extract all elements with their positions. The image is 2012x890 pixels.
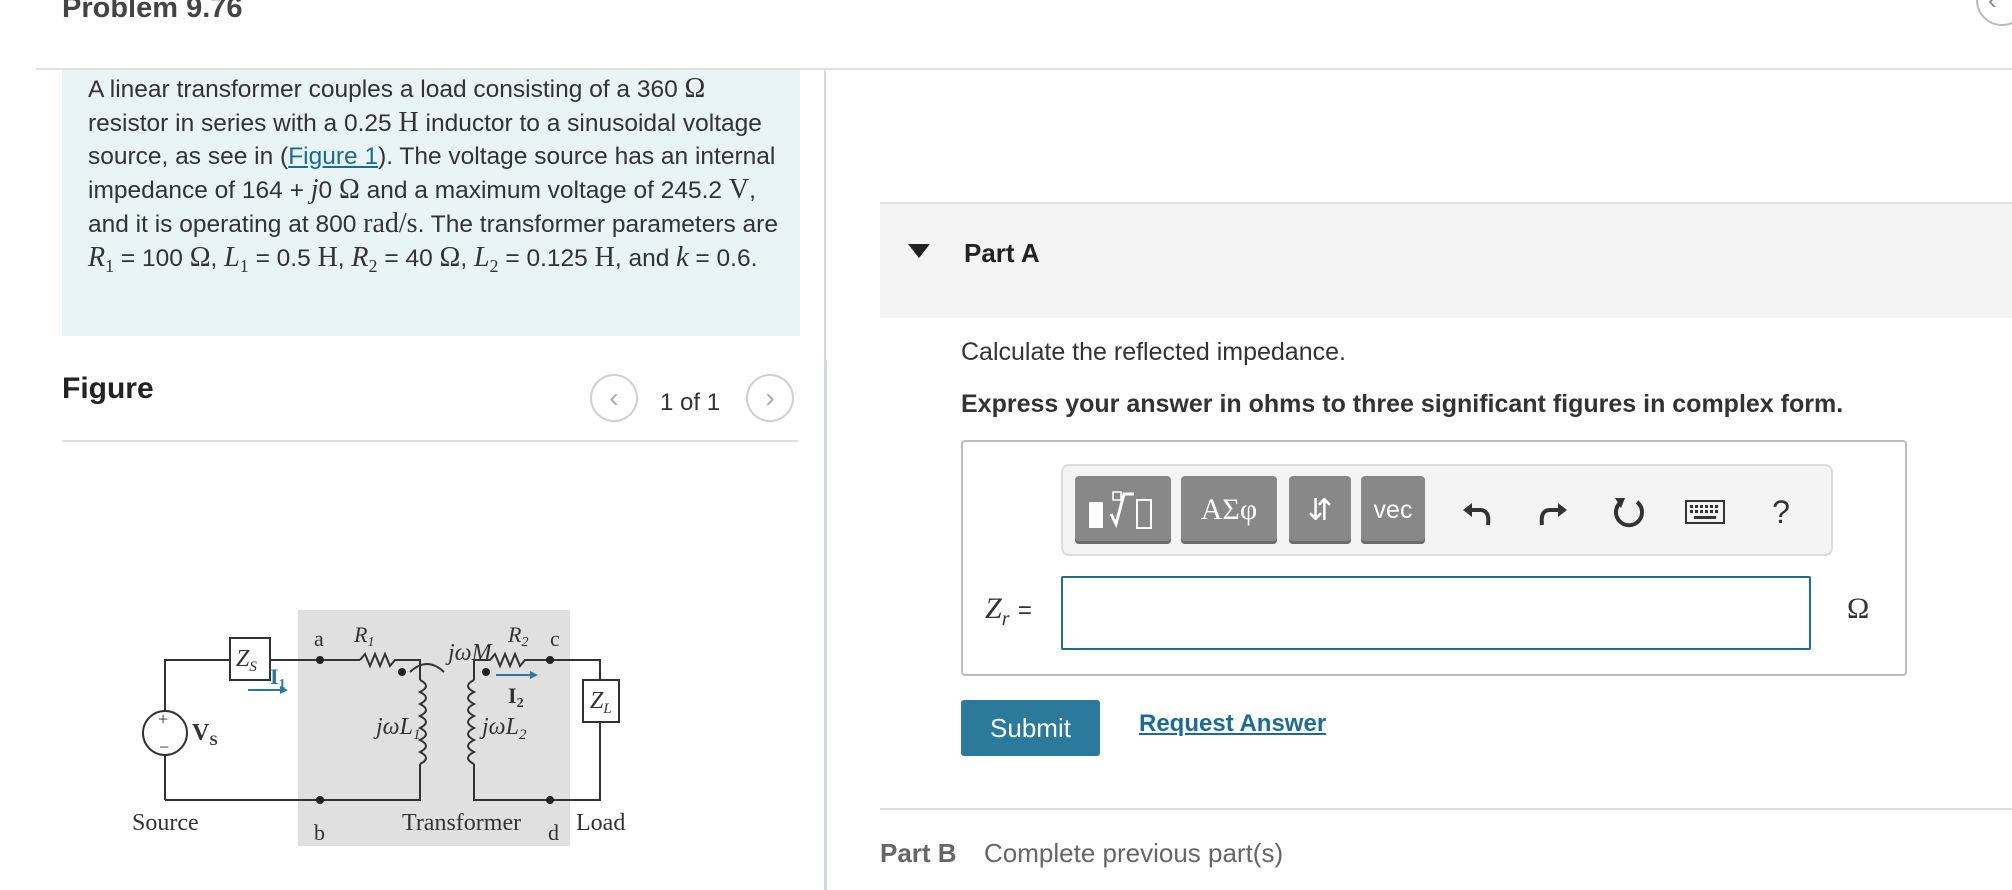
chevron-right-icon: › [765, 382, 775, 413]
next-figure-button[interactable]: › [746, 374, 794, 422]
circuit-diagram: ZS ZL + − VS I1 I2 a b c d R1 R2 jωM jωL… [132, 610, 625, 846]
instruction-text: Express your answer in ohms to three sig… [961, 390, 1844, 418]
vector-button[interactable]: vec [1361, 476, 1425, 544]
redo-icon [1539, 503, 1567, 526]
answer-input[interactable] [1061, 576, 1811, 650]
keyboard-button[interactable] [1677, 484, 1733, 540]
unit-label: Ω [1847, 592, 1870, 625]
part-a-header[interactable]: Part A [880, 202, 2012, 318]
svg-text:−: − [159, 737, 169, 757]
svg-text:c: c [550, 626, 560, 651]
figure-pager-count: 1 of 1 [660, 389, 721, 416]
help-button[interactable]: ? [1753, 484, 1809, 540]
chevron-left-icon: ‹ [1988, 0, 1997, 16]
reset-icon [1614, 498, 1644, 528]
caret-down-icon [908, 244, 930, 258]
svg-text:+: + [158, 709, 168, 729]
chevron-left-icon: ‹ [609, 382, 619, 413]
undo-icon [1463, 503, 1491, 526]
templates-button[interactable] [1075, 476, 1171, 544]
reset-button[interactable] [1601, 484, 1657, 540]
svg-text:d: d [548, 820, 559, 845]
answer-panel: ΑΣφ ⇵ vec ? Zr = Ω [961, 440, 1907, 676]
arrows-button[interactable]: ⇵ [1289, 476, 1351, 544]
undo-button[interactable] [1449, 484, 1505, 540]
answer-variable-label: Zr = [985, 592, 1032, 630]
page-title: Problem 9.76 [62, 0, 243, 24]
svg-text:I1: I1 [270, 664, 286, 692]
figure-link[interactable]: Figure 1 [288, 143, 378, 170]
problem-statement: A linear transformer couples a load cons… [62, 70, 800, 336]
question-text: Calculate the reflected impedance. [961, 338, 1346, 366]
svg-text:a: a [314, 626, 324, 651]
redo-button[interactable] [1525, 484, 1581, 540]
svg-text:b: b [314, 820, 325, 845]
part-b-divider [880, 808, 2012, 810]
svg-text:VS: VS [192, 720, 218, 749]
part-b-label: Part B [880, 838, 957, 868]
templates-icon [1089, 491, 1152, 529]
request-answer-link[interactable]: Request Answer [1139, 710, 1326, 738]
greek-symbols-button[interactable]: ΑΣφ [1181, 476, 1277, 544]
problem-text: A linear transformer couples a load cons… [88, 73, 778, 276]
svg-text:Source: Source [132, 810, 199, 836]
figure-divider [62, 440, 798, 442]
collapse-button[interactable]: ‹ [1976, 0, 2012, 26]
pane-divider-handle[interactable] [824, 360, 827, 890]
part-b-status: Complete previous part(s) [984, 838, 1284, 868]
keyboard-icon [1685, 500, 1725, 524]
svg-text:Load: Load [576, 810, 625, 836]
svg-text:jωM: jωM [445, 640, 494, 666]
part-a-label: Part A [964, 238, 1040, 268]
figure-title: Figure [62, 372, 154, 405]
submit-button[interactable]: Submit [961, 700, 1100, 756]
math-toolbar: ΑΣφ ⇵ vec ? [1061, 464, 1833, 556]
svg-text:Transformer: Transformer [402, 810, 521, 836]
previous-figure-button[interactable]: ‹ [590, 374, 638, 422]
